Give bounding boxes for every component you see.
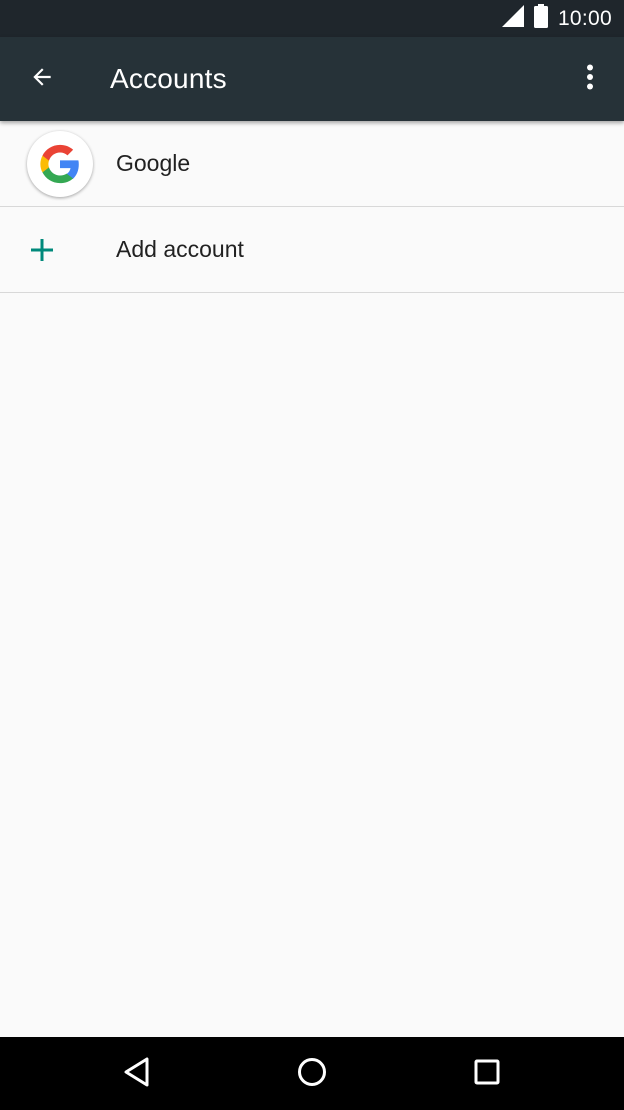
- account-label: Google: [116, 150, 191, 176]
- nav-home-button[interactable]: [287, 1049, 337, 1099]
- add-account-item[interactable]: Add account: [0, 207, 624, 293]
- nav-recents-button[interactable]: [462, 1049, 512, 1099]
- more-vert-icon: [586, 64, 594, 95]
- more-options-button[interactable]: [566, 55, 614, 103]
- home-circle-icon: [297, 1057, 327, 1092]
- navigation-bar: [0, 1037, 624, 1110]
- arrow-back-icon: [29, 64, 55, 95]
- back-button[interactable]: [18, 55, 66, 103]
- battery-icon: [533, 4, 548, 33]
- app-toolbar: Accounts: [0, 37, 624, 121]
- recents-square-icon: [474, 1059, 500, 1090]
- back-triangle-icon: [123, 1057, 151, 1092]
- google-icon: [27, 131, 93, 197]
- account-item-google[interactable]: Google: [0, 121, 624, 207]
- signal-icon: [501, 5, 524, 32]
- accounts-list: Google Add account: [0, 121, 624, 293]
- plus-icon: [30, 216, 98, 284]
- nav-back-button[interactable]: [112, 1049, 162, 1099]
- status-bar: 10:00: [0, 0, 624, 37]
- google-avatar: [26, 130, 94, 198]
- status-time: 10:00: [557, 6, 612, 30]
- page-title: Accounts: [110, 63, 227, 94]
- status-icons: 10:00: [501, 0, 612, 37]
- add-account-label: Add account: [116, 236, 244, 262]
